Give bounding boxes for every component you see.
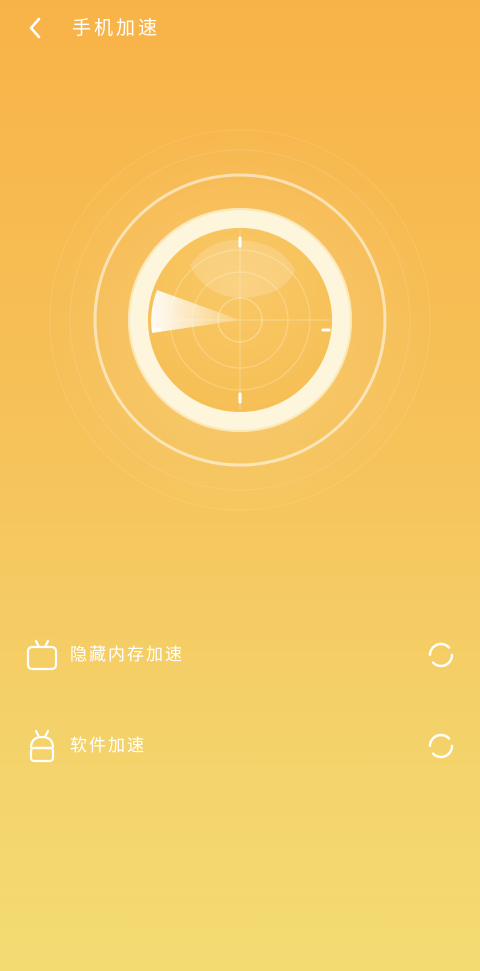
list-item-hidden-memory[interactable]: 隐藏内存加速 <box>0 627 480 683</box>
radar-scan-icon <box>40 120 440 520</box>
android-robot-icon <box>29 729 55 763</box>
page-title: 手机加速 <box>72 17 161 39</box>
list-item-software[interactable]: 软件加速 <box>0 718 480 774</box>
hidden-memory-label: 隐藏内存加速 <box>70 645 184 665</box>
loading-spinner-icon <box>428 733 454 759</box>
tv-android-icon <box>26 639 58 671</box>
chevron-left-icon <box>29 17 41 39</box>
loading-spinner-icon <box>428 642 454 668</box>
back-button[interactable] <box>22 14 48 42</box>
top-bar: 手机加速 <box>0 0 480 56</box>
software-label: 软件加速 <box>70 736 146 756</box>
